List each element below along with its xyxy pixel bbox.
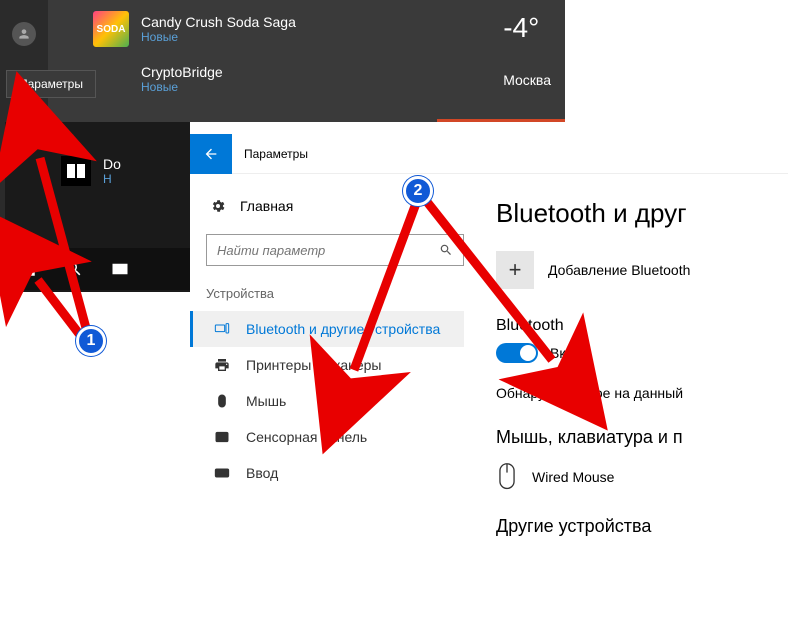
- weather-accent-bar: [437, 119, 565, 122]
- search-icon: [439, 243, 453, 257]
- sidebar-item-bluetooth[interactable]: Bluetooth и другие устройства: [190, 311, 464, 347]
- app-candy-crush[interactable]: SODA Candy Crush Soda Saga Новые: [93, 4, 296, 54]
- settings-tooltip: Параметры: [6, 70, 96, 98]
- dolby-icon: [61, 156, 91, 186]
- app-name: CryptoBridge: [141, 64, 223, 80]
- candy-crush-icon: SODA: [93, 11, 129, 47]
- taskbar: [5, 248, 190, 290]
- cryptobridge-icon: [93, 61, 129, 97]
- start-button[interactable]: [5, 248, 51, 290]
- discoverable-text: Обнаруживаемое на данный: [496, 385, 788, 401]
- bluetooth-section-label: Bluetooth: [496, 317, 788, 335]
- settings-titlebar: Параметры: [190, 134, 788, 174]
- sidebar-item-label: Сенсорная панель: [246, 429, 367, 445]
- annotation-marker-1: 1: [76, 326, 106, 356]
- gear-icon: [210, 198, 226, 214]
- app-status: Новые: [141, 30, 296, 44]
- mouse-keyboard-heading: Мышь, клавиатура и п: [496, 427, 788, 448]
- task-view-button[interactable]: [97, 248, 143, 290]
- device-wired-mouse[interactable]: Wired Mouse: [496, 462, 788, 492]
- other-devices-heading: Другие устройства: [496, 516, 788, 537]
- annotation-marker-2: 2: [403, 176, 433, 206]
- sidebar-item-mouse[interactable]: Мышь: [206, 383, 464, 419]
- settings-main: Bluetooth и друг + Добавление Bluetooth …: [480, 174, 788, 634]
- mouse-icon: [214, 393, 230, 409]
- search-button[interactable]: [51, 248, 97, 290]
- list-group-letter: D: [5, 122, 190, 150]
- settings-window: Параметры Главная Устройства Bluetooth и…: [190, 134, 788, 634]
- weather-city: Москва: [503, 72, 551, 88]
- app-name: Candy Crush Soda Saga: [141, 14, 296, 30]
- sidebar-item-label: Принтеры и сканеры: [246, 357, 381, 373]
- sidebar-home-label: Главная: [240, 198, 293, 214]
- window-title: Параметры: [244, 147, 308, 161]
- keyboard-icon: [214, 465, 230, 481]
- plus-icon: +: [496, 251, 534, 289]
- device-name: Wired Mouse: [532, 469, 614, 485]
- sidebar-item-typing[interactable]: Ввод: [206, 455, 464, 491]
- app-status: Новые: [141, 80, 223, 94]
- weather-temp: -4°: [503, 12, 551, 44]
- sidebar-group-label: Устройства: [206, 286, 464, 301]
- toggle-state-label: Вкл.: [550, 345, 578, 361]
- app-cryptobridge[interactable]: CryptoBridge Новые: [93, 54, 296, 104]
- bluetooth-devices-icon: [214, 321, 230, 337]
- sidebar-item-touchpad[interactable]: Сенсорная панель: [206, 419, 464, 455]
- add-bluetooth-label: Добавление Bluetooth: [548, 262, 690, 278]
- bluetooth-toggle[interactable]: [496, 343, 538, 363]
- mouse-device-icon: [496, 462, 518, 492]
- sidebar-item-label: Bluetooth и другие устройства: [246, 321, 440, 337]
- search-input-wrapper[interactable]: [206, 234, 464, 266]
- weather-tile[interactable]: -4° Москва: [503, 12, 551, 88]
- settings-sidebar: Главная Устройства Bluetooth и другие ус…: [190, 174, 480, 634]
- printer-icon: [214, 357, 230, 373]
- start-menu-panel: SODA Candy Crush Soda Saga Новые CryptoB…: [5, 0, 565, 122]
- user-account-button[interactable]: [0, 10, 48, 58]
- page-title: Bluetooth и друг: [496, 198, 788, 229]
- search-input[interactable]: [217, 243, 439, 258]
- back-button[interactable]: [190, 134, 232, 174]
- sidebar-item-label: Ввод: [246, 465, 278, 481]
- app-status: Н: [103, 172, 121, 186]
- add-bluetooth-button[interactable]: + Добавление Bluetooth: [496, 251, 788, 289]
- sidebar-item-label: Мышь: [246, 393, 286, 409]
- app-name: Do: [103, 156, 121, 172]
- app-dolby[interactable]: Do Н: [5, 150, 190, 192]
- touchpad-icon: [214, 429, 230, 445]
- sidebar-item-printers[interactable]: Принтеры и сканеры: [206, 347, 464, 383]
